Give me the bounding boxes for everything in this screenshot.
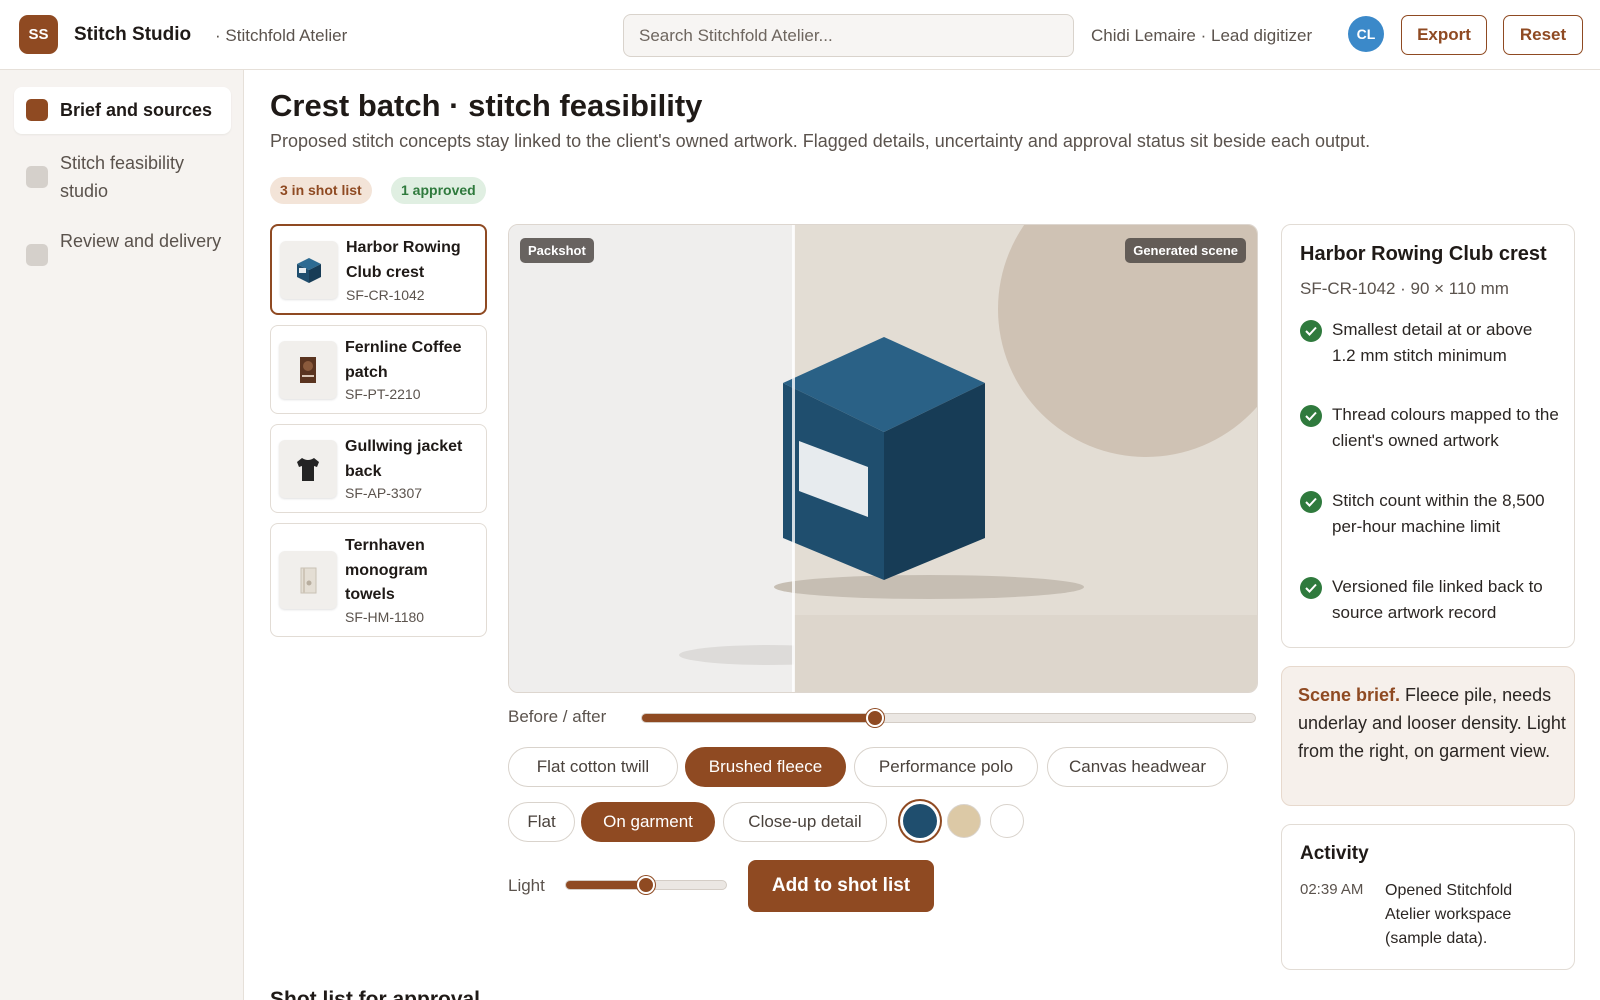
- product-sku: SF-PT-2210: [345, 386, 421, 402]
- check-circle-icon: [1300, 405, 1322, 427]
- check-text: Versioned file linked back to source art…: [1332, 577, 1543, 622]
- activity-title: Activity: [1300, 843, 1369, 864]
- product-sku: SF-HM-1180: [345, 609, 425, 625]
- top-bar: SS Stitch Studio · Stitchfold Atelier Ch…: [0, 0, 1600, 70]
- check-circle-icon: [1300, 491, 1322, 513]
- page-title: Crest batch · stitch feasibility: [270, 88, 703, 123]
- product-name: Gullwing jacket back: [345, 438, 463, 480]
- before-after-label: Before / after: [508, 707, 607, 726]
- check-circle-icon: [1300, 320, 1322, 342]
- split-divider: [792, 225, 795, 692]
- generated-scene-image: [509, 225, 1257, 692]
- scene-brief-label: Scene brief.: [1298, 685, 1401, 705]
- light-slider[interactable]: [565, 876, 727, 894]
- light-label: Light: [508, 876, 545, 895]
- fabric-chip-brushed-fleece[interactable]: Brushed fleece: [685, 747, 846, 787]
- product-name: Ternhaven monogram towels: [345, 537, 428, 603]
- product-sku: SF-CR-1042: [346, 287, 425, 303]
- fabric-chip-flat-cotton-twill[interactable]: Flat cotton twill: [508, 747, 678, 787]
- coffee-bag-icon: [279, 341, 337, 399]
- scene-brief-panel: Scene brief. Fleece pile, needs underlay…: [1281, 666, 1575, 806]
- product-name: Fernline Coffee patch: [345, 339, 462, 381]
- shot-list-count-badge: 3 in shot list: [270, 177, 372, 204]
- before-after-slider-fill: [642, 714, 875, 722]
- scene-brief: Scene brief. Fleece pile, needs underlay…: [1298, 681, 1568, 765]
- detail-title: Harbor Rowing Club crest: [1300, 243, 1547, 265]
- tshirt-icon: [279, 440, 337, 498]
- activity-panel: Activity 02:39 AM Opened Stitchfold Atel…: [1281, 824, 1575, 970]
- reset-button[interactable]: Reset: [1503, 15, 1583, 55]
- page-subtitle: Proposed stitch concepts stay linked to …: [270, 131, 1371, 151]
- cube-icon: [280, 241, 338, 299]
- check-text: Stitch count within the 8,500 per-hour m…: [1332, 491, 1545, 536]
- fabric-chip-canvas-headwear[interactable]: Canvas headwear: [1047, 747, 1228, 787]
- thread-swatch-navy[interactable]: [903, 804, 937, 838]
- before-after-slider-thumb[interactable]: [865, 709, 884, 727]
- light-slider-thumb[interactable]: [637, 876, 655, 894]
- product-sku: SF-AP-3307: [345, 485, 423, 501]
- step-marker-icon: [26, 244, 48, 266]
- section-heading-shot-list: Shot list for approval: [270, 988, 481, 1000]
- before-after-slider[interactable]: [641, 709, 1256, 727]
- view-chip-flat[interactable]: Flat: [508, 802, 575, 842]
- workspace-name: · Stitchfold Atelier: [215, 26, 348, 45]
- light-slider-fill: [566, 881, 646, 889]
- product-card-fernline-coffee-patch[interactable]: Fernline Coffee patch SF-PT-2210: [270, 325, 487, 414]
- app-logo[interactable]: SS: [19, 15, 58, 54]
- activity-text: Opened Stitchfold Atelier workspace (sam…: [1385, 882, 1513, 947]
- thread-swatch-sand[interactable]: [947, 804, 981, 838]
- view-chip-on-garment[interactable]: On garment: [581, 802, 715, 842]
- detail-meta: SF-CR-1042 · 90 × 110 mm: [1300, 279, 1509, 298]
- sidebar-item-review-and-delivery[interactable]: Review and delivery: [14, 222, 231, 288]
- product-card-ternhaven-monogram-towels[interactable]: Ternhaven monogram towels SF-HM-1180: [270, 523, 487, 637]
- export-button[interactable]: Export: [1401, 15, 1487, 55]
- check-circle-icon: [1300, 577, 1322, 599]
- thread-swatch-white[interactable]: [990, 804, 1024, 838]
- feasibility-check-item: Smallest detail at or above 1.2 mm stitc…: [1300, 317, 1560, 395]
- user-name-role: Chidi Lemaire · Lead digitizer: [1091, 26, 1313, 45]
- sidebar-item-brief-and-sources[interactable]: Brief and sources: [14, 87, 231, 134]
- before-after-preview[interactable]: Packshot Generated scene: [508, 224, 1258, 693]
- crest-cube: [783, 337, 985, 580]
- add-to-shot-list-button[interactable]: Add to shot list: [748, 860, 934, 912]
- product-card-gullwing-jacket-back[interactable]: Gullwing jacket back SF-AP-3307: [270, 424, 487, 513]
- sidebar-item-label: Stitch feasibility studio: [60, 153, 185, 201]
- packshot-tag: Packshot: [520, 238, 594, 263]
- approved-count-badge: 1 approved: [391, 177, 486, 204]
- activity-time: 02:39 AM: [1300, 881, 1364, 898]
- product-detail-panel: Harbor Rowing Club crest SF-CR-1042 · 90…: [1281, 224, 1575, 648]
- product-name: Harbor Rowing Club crest: [346, 239, 461, 281]
- feasibility-check-item: Stitch count within the 8,500 per-hour m…: [1300, 488, 1560, 566]
- step-marker-icon: [26, 166, 48, 188]
- towel-icon: [279, 551, 337, 609]
- check-text: Thread colours mapped to the client's ow…: [1332, 405, 1559, 450]
- search-input[interactable]: [623, 14, 1074, 57]
- app-name: Stitch Studio: [74, 24, 192, 45]
- avatar[interactable]: CL: [1348, 16, 1384, 52]
- generated-scene-tag: Generated scene: [1125, 238, 1246, 263]
- step-marker-icon: [26, 99, 48, 121]
- check-text: Smallest detail at or above 1.2 mm stitc…: [1332, 320, 1533, 365]
- feasibility-check-item: Thread colours mapped to the client's ow…: [1300, 402, 1560, 480]
- sidebar-item-label: Review and delivery: [60, 231, 222, 251]
- fabric-chip-performance-polo[interactable]: Performance polo: [854, 747, 1038, 787]
- feasibility-check-item: Versioned file linked back to source art…: [1300, 574, 1560, 630]
- product-card-harbor-rowing-club-crest[interactable]: Harbor Rowing Club crest SF-CR-1042: [270, 224, 487, 315]
- sidebar-item-stitch-feasibility-studio[interactable]: Stitch feasibility studio: [14, 144, 231, 210]
- sidebar-item-label: Brief and sources: [60, 100, 213, 120]
- view-chip-close-up-detail[interactable]: Close-up detail: [723, 802, 887, 842]
- sidebar: Brief and sources Stitch feasibility stu…: [0, 70, 244, 1000]
